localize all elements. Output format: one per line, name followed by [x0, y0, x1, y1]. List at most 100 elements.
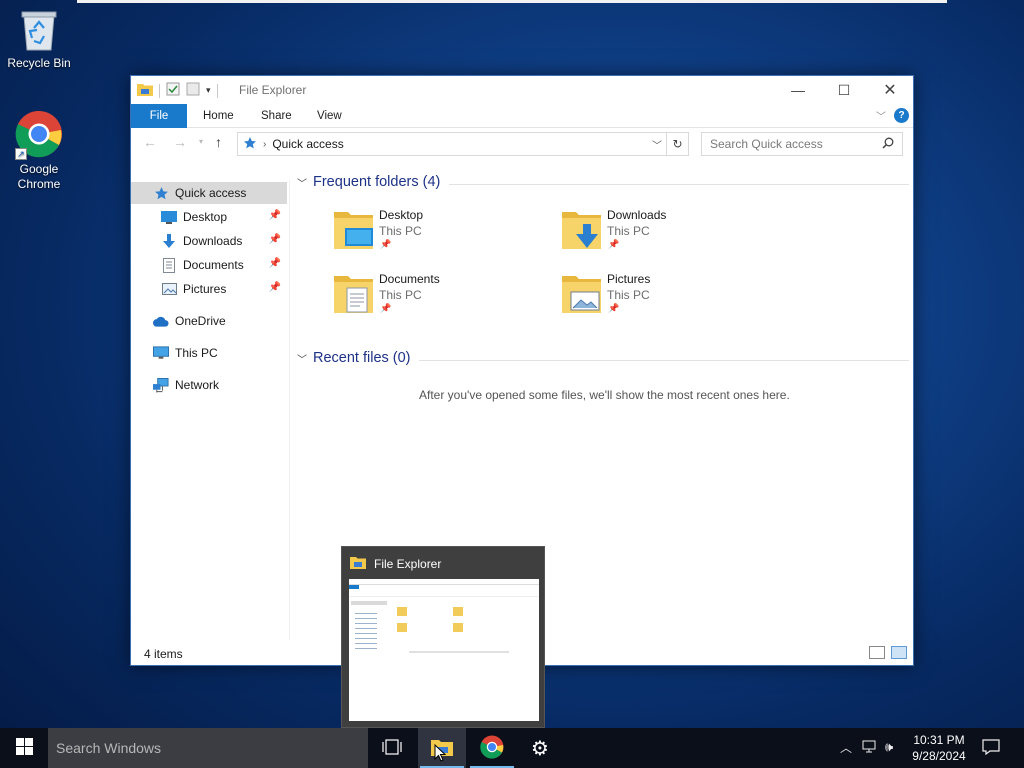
folder-tile-desktop[interactable]: Desktop This PC 📌: [333, 208, 533, 258]
pin-icon[interactable]: 📌: [269, 258, 281, 269]
taskbar-search-input[interactable]: Search Windows: [48, 728, 368, 768]
nav-label: Quick access: [175, 186, 247, 200]
pin-icon[interactable]: 📌: [269, 234, 281, 245]
navigation-pane: Quick access Desktop 📌 Downloads 📌 Docum…: [131, 180, 289, 640]
nav-item-quick-access[interactable]: Quick access: [131, 182, 287, 204]
folder-tile-pictures[interactable]: Pictures This PC 📌: [561, 272, 761, 322]
recent-locations-chevron-icon[interactable]: ▾: [199, 137, 203, 146]
address-bar[interactable]: › Quick access ﹀ ↻: [237, 132, 689, 156]
quick-access-toolbar: ▾: [137, 82, 218, 99]
help-icon[interactable]: ?: [894, 108, 909, 123]
nav-item-this-pc[interactable]: This PC: [131, 342, 287, 364]
search-box[interactable]: Search Quick access: [701, 132, 903, 156]
recent-files-header[interactable]: ﹀ Recent files (0): [297, 350, 411, 366]
folder-tile-documents[interactable]: Documents This PC 📌: [333, 272, 533, 322]
nav-item-network[interactable]: Network: [131, 374, 287, 396]
details-view-icon[interactable]: [869, 646, 885, 659]
close-button[interactable]: ✕: [867, 76, 913, 104]
pane-divider[interactable]: [289, 180, 290, 640]
tab-home[interactable]: Home: [189, 104, 248, 128]
taskbar-settings[interactable]: ⚙: [516, 728, 564, 768]
shortcut-arrow-icon: ↗: [15, 148, 27, 160]
folder-name: Documents: [379, 272, 440, 286]
refresh-icon[interactable]: ↻: [666, 133, 688, 155]
folder-location: This PC: [607, 288, 650, 302]
search-input[interactable]: Search Quick access: [710, 137, 823, 151]
thumbnail-title: File Explorer: [374, 556, 442, 571]
minimize-button[interactable]: —: [775, 76, 821, 104]
action-center-icon[interactable]: [982, 739, 1000, 758]
folder-app-icon: [350, 555, 366, 572]
mouse-pointer-icon: [434, 743, 447, 765]
computer-icon: [153, 345, 169, 361]
properties-icon[interactable]: [166, 82, 180, 99]
pin-icon[interactable]: 📌: [269, 210, 281, 221]
pin-icon: 📌: [608, 303, 620, 313]
nav-item-documents[interactable]: Documents 📌: [131, 254, 287, 276]
desktop-folder-icon: [161, 209, 177, 225]
desktop-icon-recycle-bin[interactable]: Recycle Bin: [1, 8, 77, 71]
customize-toolbar-chevron-icon[interactable]: ▾: [206, 85, 211, 96]
tab-file[interactable]: File: [131, 104, 187, 128]
chevron-down-icon: ﹀: [297, 354, 307, 366]
pin-icon[interactable]: 📌: [269, 282, 281, 293]
chrome-icon: [480, 735, 504, 762]
taskbar-google-chrome[interactable]: [468, 728, 516, 768]
recent-files-empty-message: After you've opened some files, we'll sh…: [419, 388, 790, 402]
desktop-icon-label: Recycle Bin: [7, 56, 71, 70]
nav-item-downloads[interactable]: Downloads 📌: [131, 230, 287, 252]
taskbar-thumbnail-preview[interactable]: File Explorer: [341, 546, 545, 728]
group-divider: [419, 360, 909, 361]
desktop-icon-google-chrome[interactable]: ↗ Google Chrome: [1, 110, 77, 192]
network-tray-icon[interactable]: [862, 740, 878, 757]
address-text: Quick access: [272, 137, 344, 151]
clock-time: 10:31 PM: [913, 733, 965, 747]
search-icon: [882, 137, 894, 152]
new-folder-icon[interactable]: [186, 82, 200, 99]
forward-arrow-icon[interactable]: →: [173, 134, 187, 150]
pin-icon: 📌: [380, 239, 392, 249]
pictures-icon: [161, 281, 177, 297]
pictures-folder-icon: [561, 272, 603, 314]
start-button[interactable]: [0, 728, 48, 768]
nav-label: Pictures: [183, 282, 227, 296]
download-arrow-icon: [161, 233, 177, 249]
taskbar: Search Windows ⚙ ︿ 🕪 10:31 PM 9/28/2024: [0, 728, 1024, 768]
folder-app-icon: [137, 82, 153, 99]
nav-label: This PC: [175, 346, 218, 360]
system-clock[interactable]: 10:31 PM 9/28/2024: [904, 732, 974, 764]
nav-item-onedrive[interactable]: OneDrive: [131, 310, 287, 332]
item-count: 4 items: [144, 647, 183, 661]
task-view-button[interactable]: [368, 728, 416, 768]
windows-logo-icon: [15, 738, 33, 758]
pin-icon: 📌: [608, 239, 620, 249]
pin-icon: 📌: [380, 303, 392, 313]
tab-share[interactable]: Share: [247, 104, 306, 128]
nav-label: Network: [175, 378, 220, 392]
taskbar-file-explorer[interactable]: [418, 728, 466, 768]
folder-name: Desktop: [379, 208, 424, 222]
title-bar[interactable]: ▾ File Explorer — ☐ ✕: [131, 76, 913, 104]
back-arrow-icon[interactable]: ←: [143, 134, 157, 150]
navigation-bar: ← → ▾ ↑ › Quick access ﹀ ↻ Search Quick …: [131, 128, 913, 158]
window-title: File Explorer: [239, 83, 307, 97]
large-icons-view-icon[interactable]: [891, 646, 907, 659]
show-hidden-icons-chevron-icon[interactable]: ︿: [840, 739, 852, 756]
volume-icon[interactable]: 🕪: [885, 739, 893, 755]
address-dropdown-chevron-icon[interactable]: ﹀: [652, 137, 662, 152]
nav-item-pictures[interactable]: Pictures 📌: [131, 278, 287, 300]
recycle-bin-icon: [20, 8, 58, 52]
nav-item-desktop[interactable]: Desktop 📌: [131, 206, 287, 228]
task-view-icon: [382, 738, 402, 758]
folder-tile-downloads[interactable]: Downloads This PC 📌: [561, 208, 761, 258]
expand-ribbon-chevron-icon[interactable]: ﹀: [876, 108, 886, 123]
breadcrumb-chevron-icon[interactable]: ›: [263, 139, 266, 150]
tab-view[interactable]: View: [303, 104, 356, 128]
up-arrow-icon[interactable]: ↑: [215, 134, 222, 150]
thumbnail-window-image: [349, 579, 539, 721]
folder-name: Pictures: [607, 272, 651, 286]
folder-location: This PC: [379, 224, 422, 238]
maximize-button[interactable]: ☐: [821, 76, 867, 104]
frequent-folders-header[interactable]: ﹀ Frequent folders (4): [297, 174, 440, 190]
folder-location: This PC: [607, 224, 650, 238]
